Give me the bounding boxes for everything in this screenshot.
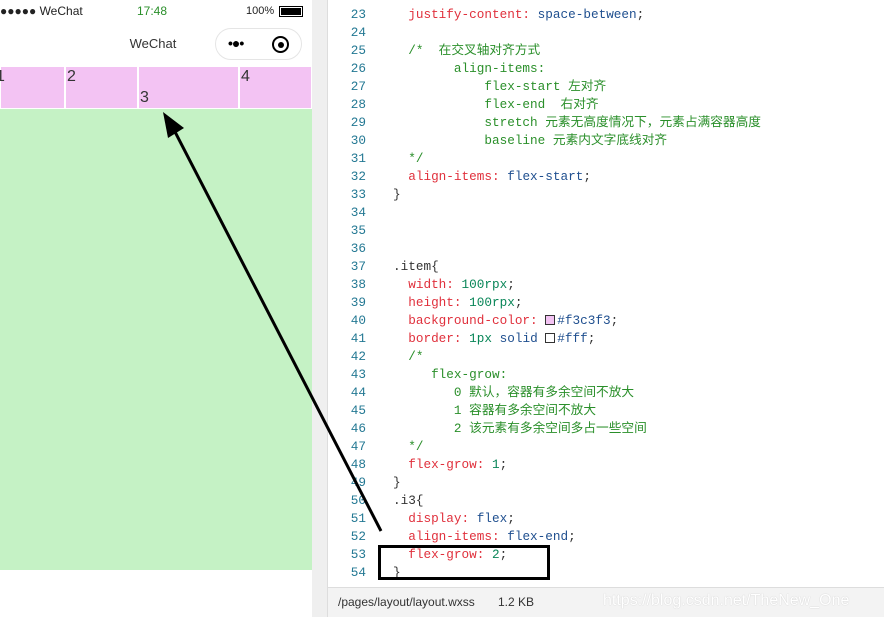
arrowhead <box>163 112 184 138</box>
annotation-arrow <box>170 125 383 532</box>
annotation-overlay <box>163 112 550 580</box>
highlight-box <box>378 545 550 580</box>
